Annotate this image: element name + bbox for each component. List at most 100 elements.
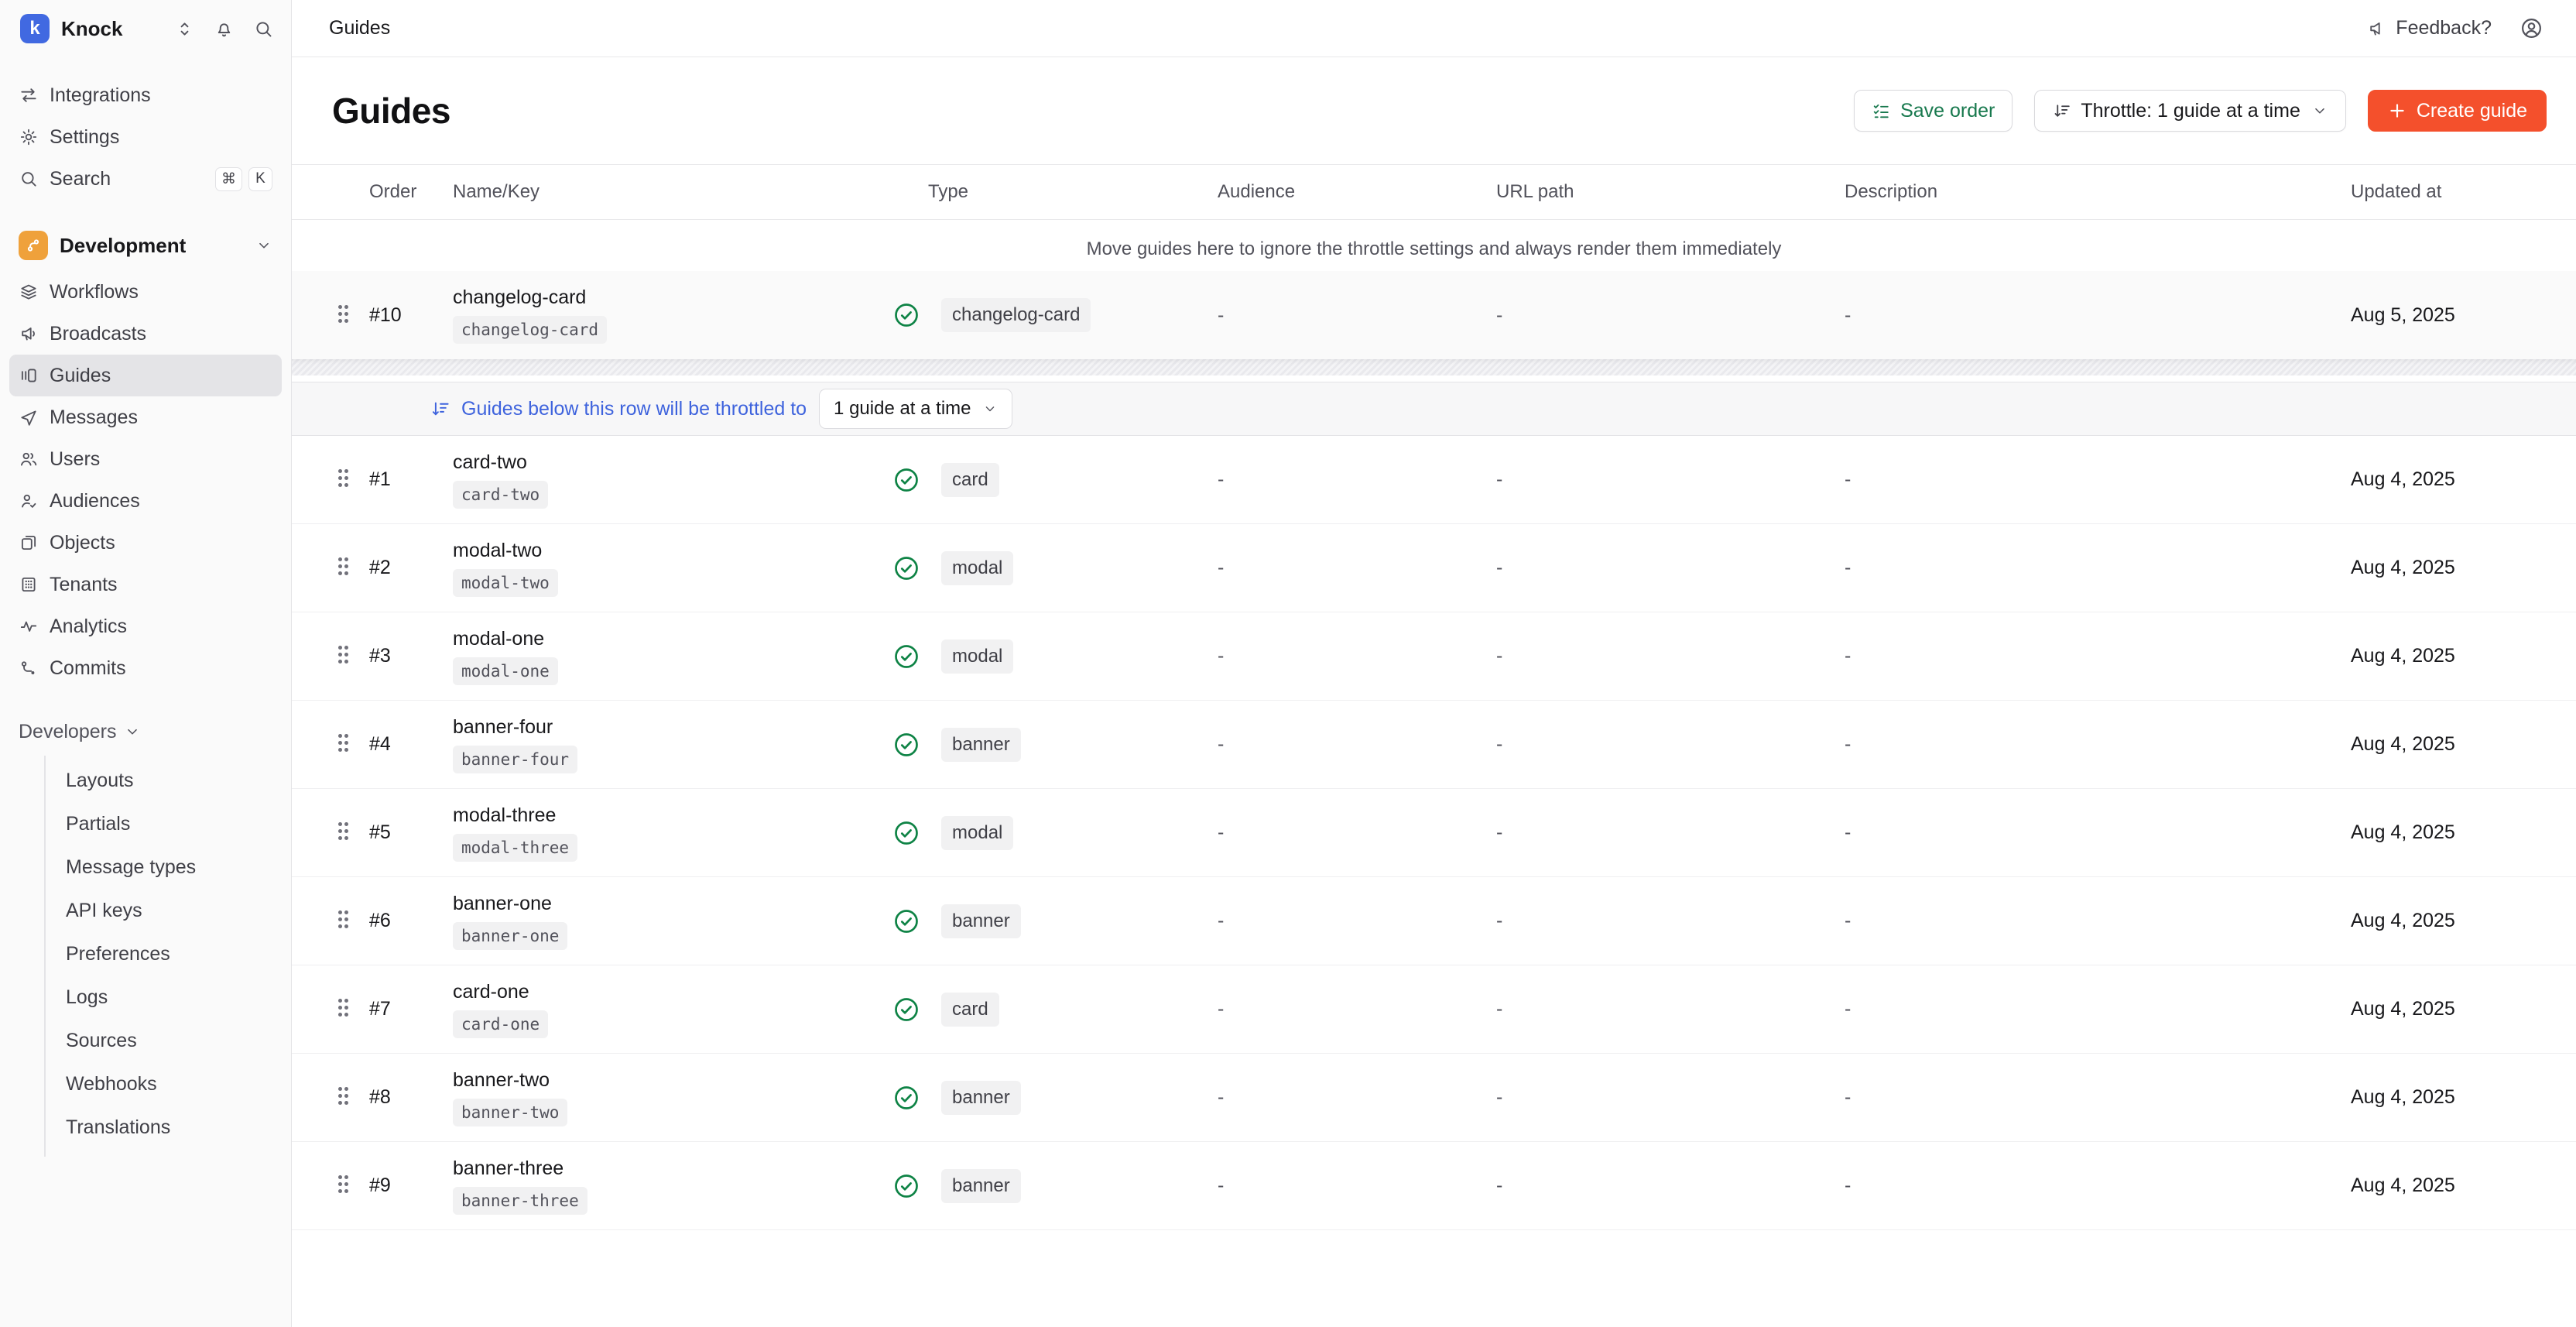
drag-handle[interactable] [320, 646, 369, 667]
sidebar-item-label: Guides [50, 365, 111, 387]
guide-key-badge: card-two [453, 481, 548, 509]
drag-handle[interactable] [320, 557, 369, 578]
unfold-chevrons-icon[interactable] [174, 19, 195, 39]
sidebar-item-settings[interactable]: Settings [9, 116, 282, 158]
sidebar-item-translations[interactable]: Translations [46, 1106, 291, 1149]
guide-table-row[interactable]: #7 card-one card-one card - - - Aug 4, 2… [292, 965, 2576, 1054]
sidebar: k Knock Integrations Settings Search ⌘ K [0, 0, 292, 1327]
throttle-divider-text[interactable]: Guides below this row will be throttled … [461, 398, 807, 420]
guide-name: modal-one [453, 628, 544, 650]
guide-key-badge: banner-three [453, 1187, 587, 1215]
sidebar-item-label: Translations [66, 1116, 170, 1139]
guide-audience: - [1202, 1174, 1481, 1197]
sidebar-item-search[interactable]: Search ⌘ K [9, 158, 282, 200]
guide-table-row[interactable]: #8 banner-two banner-two banner - - - Au… [292, 1054, 2576, 1142]
guide-order: #8 [369, 1086, 444, 1109]
guides-panel-icon [19, 365, 39, 386]
sidebar-item-webhooks[interactable]: Webhooks [46, 1062, 291, 1106]
sidebar-item-label: Sources [66, 1030, 137, 1052]
col-description: Description [1829, 181, 2324, 203]
guide-table-row[interactable]: #2 modal-two modal-two modal - - - Aug 4… [292, 524, 2576, 612]
guide-table-row[interactable]: #4 banner-four banner-four banner - - - … [292, 701, 2576, 789]
sidebar-item-guides[interactable]: Guides [9, 355, 282, 396]
sidebar-main-nav: Integrations Settings Search ⌘ K [0, 57, 291, 200]
sidebar-item-integrations[interactable]: Integrations [9, 74, 282, 116]
guide-audience: - [1202, 304, 1481, 327]
guide-url-path: - [1481, 1174, 1829, 1197]
drag-handle[interactable] [320, 305, 369, 326]
sidebar-item-api-keys[interactable]: API keys [46, 889, 291, 932]
guide-description: - [1829, 733, 2324, 756]
guide-name: banner-two [453, 1069, 550, 1092]
throttle-label: Throttle: 1 guide at a time [2081, 100, 2300, 122]
sidebar-item-partials[interactable]: Partials [46, 802, 291, 845]
sidebar-item-users[interactable]: Users [9, 438, 282, 480]
guide-table-row[interactable]: #1 card-two card-two card - - - Aug 4, 2… [292, 436, 2576, 524]
drag-handle[interactable] [320, 999, 369, 1020]
create-guide-button[interactable]: Create guide [2368, 90, 2547, 132]
sidebar-item-preferences[interactable]: Preferences [46, 932, 291, 976]
drag-handle[interactable] [320, 469, 369, 490]
sidebar-item-tenants[interactable]: Tenants [9, 564, 282, 605]
save-order-button[interactable]: Save order [1854, 90, 2012, 132]
guide-updated-at: Aug 4, 2025 [2324, 910, 2576, 932]
guide-audience: - [1202, 910, 1481, 932]
sidebar-item-workflows[interactable]: Workflows [9, 271, 282, 313]
sidebar-item-logs[interactable]: Logs [46, 976, 291, 1019]
guide-type-badge: changelog-card [941, 298, 1091, 332]
sidebar-item-label: Objects [50, 532, 115, 554]
active-check-icon [892, 1084, 920, 1112]
guide-table-row[interactable]: #9 banner-three banner-three banner - - … [292, 1142, 2576, 1230]
guide-order: #6 [369, 910, 444, 932]
sidebar-item-sources[interactable]: Sources [46, 1019, 291, 1062]
sidebar-item-analytics[interactable]: Analytics [9, 605, 282, 647]
drag-handle[interactable] [320, 910, 369, 931]
checklist-icon [1872, 101, 1891, 121]
guide-type-badge: banner [941, 904, 1021, 938]
guide-table-row[interactable]: #6 banner-one banner-one banner - - - Au… [292, 877, 2576, 965]
developers-header[interactable]: Developers [0, 712, 291, 751]
layers-icon [19, 282, 39, 302]
sidebar-item-objects[interactable]: Objects [9, 522, 282, 564]
guide-order: #5 [369, 821, 444, 844]
guide-description: - [1829, 1086, 2324, 1109]
environment-nav: Workflows Broadcasts Guides Messages Use… [0, 271, 291, 689]
drag-handle[interactable] [320, 1175, 369, 1196]
environment-switcher[interactable]: Development [9, 223, 282, 268]
active-check-icon [892, 907, 920, 935]
guide-name: banner-four [453, 716, 553, 739]
environment-icon [19, 231, 48, 260]
bell-icon[interactable] [214, 19, 235, 39]
sidebar-item-layouts[interactable]: Layouts [46, 759, 291, 802]
sidebar-item-commits[interactable]: Commits [9, 647, 282, 689]
guide-updated-at: Aug 4, 2025 [2324, 821, 2576, 844]
throttle-amount-select[interactable]: 1 guide at a time [819, 389, 1012, 429]
guide-description: - [1829, 821, 2324, 844]
guide-table-row[interactable]: #3 modal-one modal-one modal - - - Aug 4… [292, 612, 2576, 701]
drag-handle[interactable] [320, 1087, 369, 1108]
active-check-icon [892, 301, 920, 329]
sidebar-item-message-types[interactable]: Message types [46, 845, 291, 889]
kbd-k: K [248, 167, 272, 191]
guide-updated-at: Aug 4, 2025 [2324, 998, 2576, 1020]
guide-updated-at: Aug 4, 2025 [2324, 1174, 2576, 1197]
search-icon[interactable] [253, 19, 274, 39]
guide-order: #7 [369, 998, 444, 1020]
feedback-button[interactable]: Feedback? [2367, 17, 2492, 39]
drag-handle[interactable] [320, 822, 369, 843]
sidebar-item-audiences[interactable]: Audiences [9, 480, 282, 522]
account-menu-button[interactable] [2519, 16, 2543, 40]
throttle-dropdown-button[interactable]: Throttle: 1 guide at a time [2034, 90, 2345, 132]
workspace-switcher[interactable]: k Knock [0, 0, 291, 57]
drag-handle[interactable] [320, 734, 369, 755]
col-order: Order [369, 181, 444, 203]
guide-audience: - [1202, 733, 1481, 756]
guide-url-path: - [1481, 557, 1829, 579]
sidebar-item-broadcasts[interactable]: Broadcasts [9, 313, 282, 355]
sidebar-item-messages[interactable]: Messages [9, 396, 282, 438]
guide-table-row[interactable]: #10 changelog-card changelog-card change… [292, 271, 2576, 359]
building-icon [19, 574, 39, 595]
guide-table-row[interactable]: #5 modal-three modal-three modal - - - A… [292, 789, 2576, 877]
guide-updated-at: Aug 4, 2025 [2324, 468, 2576, 491]
guide-audience: - [1202, 998, 1481, 1020]
